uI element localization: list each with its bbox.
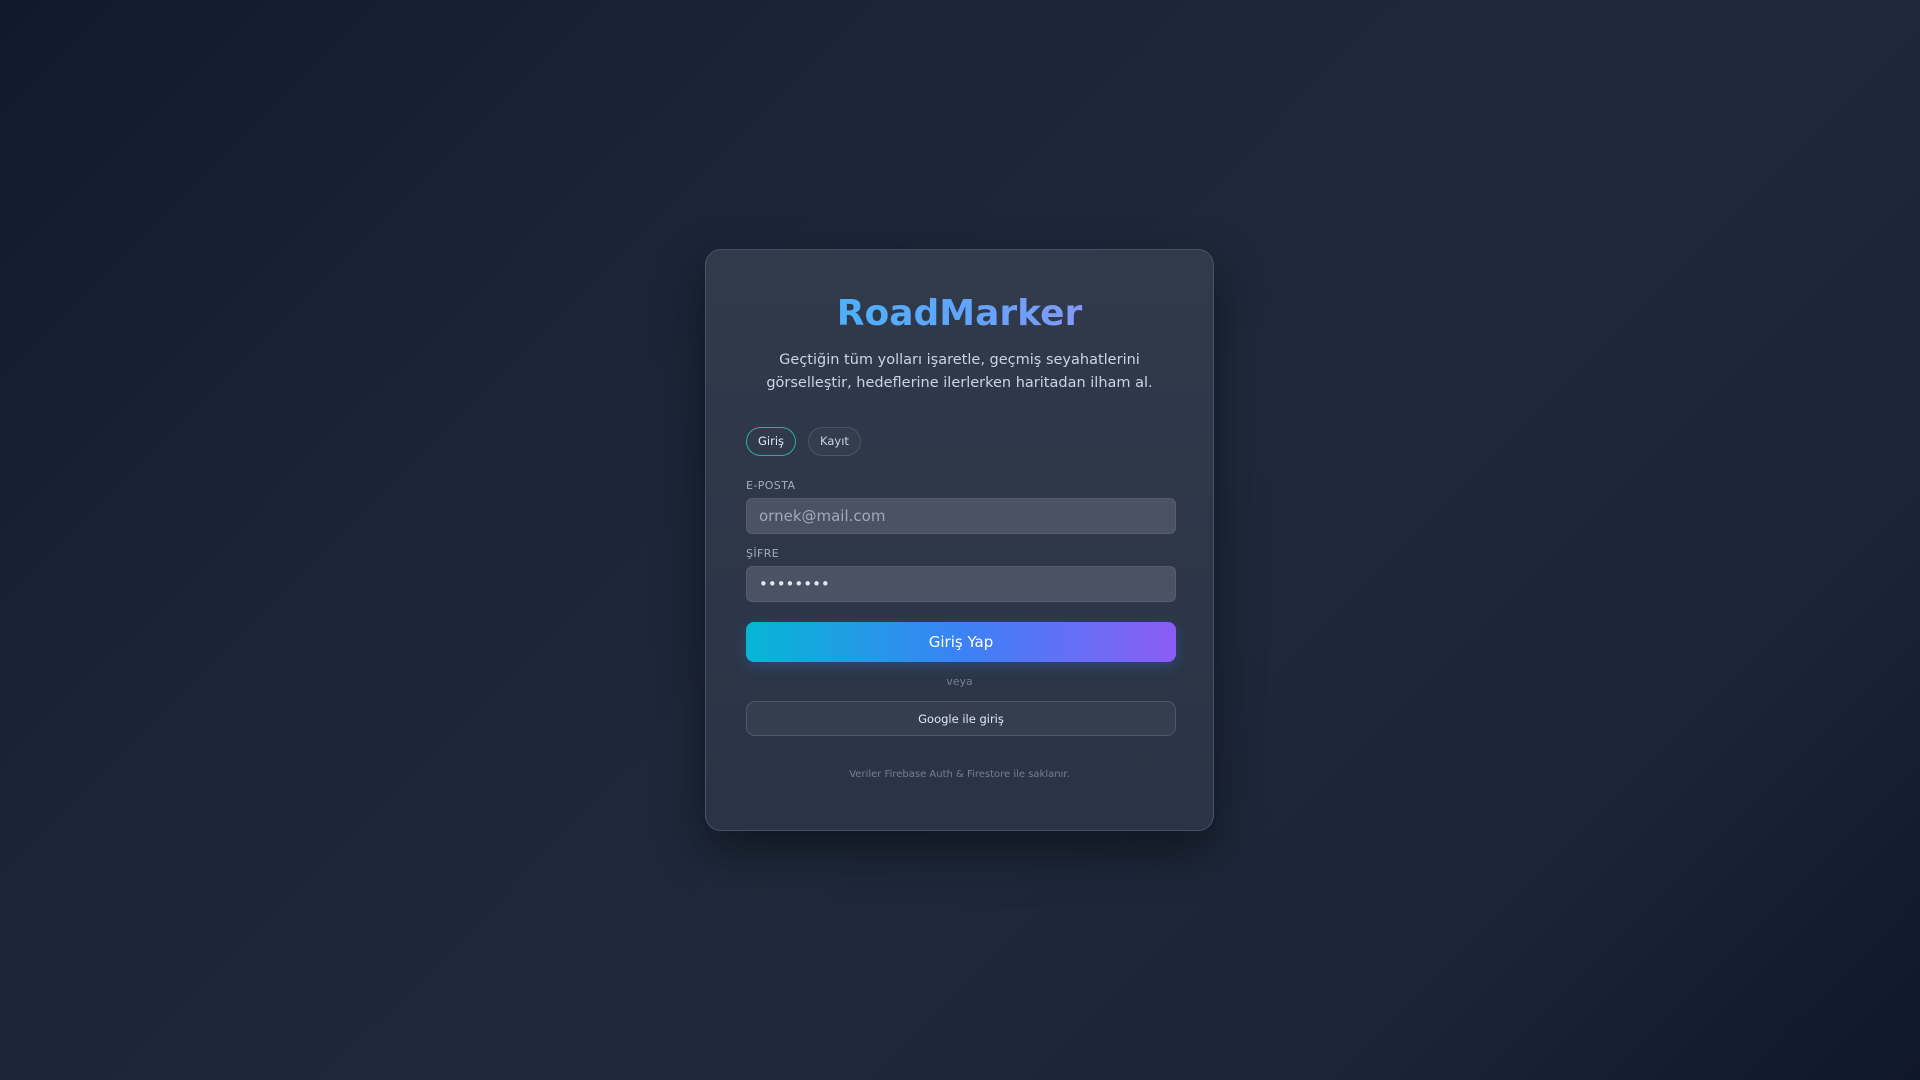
storage-note: Veriler Firebase Auth & Firestore ile sa… [849, 769, 1070, 780]
login-button[interactable]: Giriş Yap [746, 622, 1176, 662]
email-label: E-POSTA [746, 479, 796, 492]
auth-tabs: Giriş Kayıt [746, 427, 861, 456]
password-field[interactable] [746, 566, 1176, 602]
password-label: ŞİFRE [746, 547, 780, 560]
tab-login[interactable]: Giriş [746, 427, 797, 456]
or-divider: veya [946, 675, 973, 688]
tab-register[interactable]: Kayıt [808, 427, 861, 456]
app-title: RoadMarker [706, 292, 1213, 336]
app-subtitle: Geçtiğin tüm yolları işaretle, geçmiş se… [766, 352, 1153, 391]
email-field[interactable] [746, 498, 1176, 534]
login-card: RoadMarker Geçtiğin tüm yolları işaretle… [705, 249, 1214, 831]
google-login-button[interactable]: Google ile giriş [746, 701, 1176, 736]
